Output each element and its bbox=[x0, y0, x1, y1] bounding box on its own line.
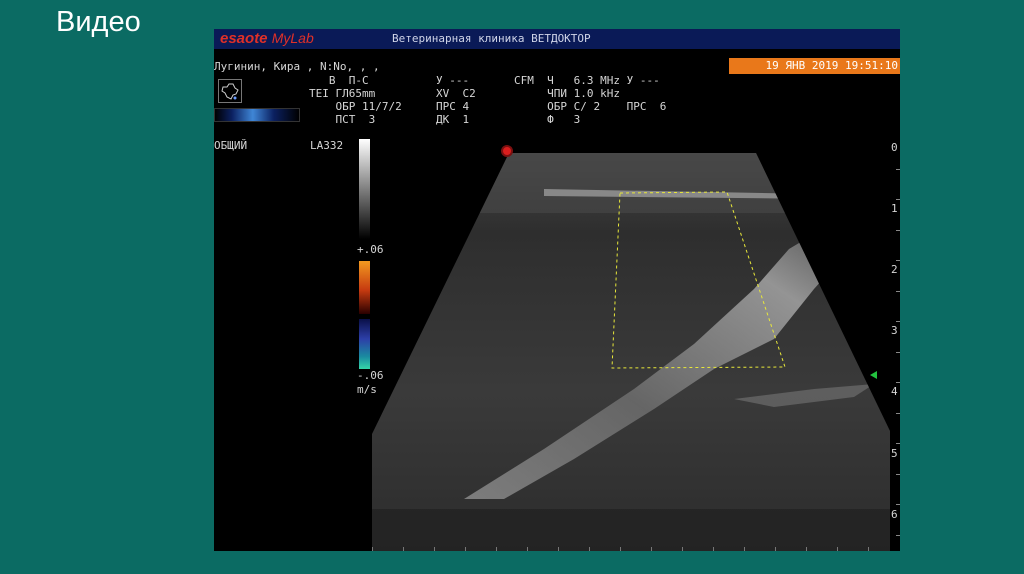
depth-tick bbox=[896, 413, 900, 414]
ultrasound-image bbox=[372, 153, 890, 551]
depth-label-6: 6 bbox=[891, 508, 898, 521]
depth-tick bbox=[896, 535, 900, 536]
lateral-tick bbox=[372, 547, 373, 551]
near-field bbox=[372, 153, 890, 213]
lateral-tick bbox=[403, 547, 404, 551]
lateral-tick bbox=[496, 547, 497, 551]
depth-label-4: 4 bbox=[891, 385, 898, 398]
lateral-tick bbox=[651, 547, 652, 551]
depth-label-2: 2 bbox=[891, 263, 898, 276]
depth-tick bbox=[896, 260, 900, 261]
focus-marker-icon bbox=[501, 145, 513, 157]
lateral-tick bbox=[465, 547, 466, 551]
depth-tick bbox=[896, 321, 900, 322]
depth-tick bbox=[896, 199, 900, 200]
lateral-tick bbox=[806, 547, 807, 551]
depth-tick bbox=[896, 504, 900, 505]
depth-tick bbox=[896, 474, 900, 475]
depth-label-0: 0 bbox=[891, 141, 898, 154]
depth-label-1: 1 bbox=[891, 202, 898, 215]
lateral-tick bbox=[558, 547, 559, 551]
lateral-tick bbox=[620, 547, 621, 551]
lateral-tick bbox=[527, 547, 528, 551]
ultrasound-screen: esaote MyLab Ветеринарная клиника ВЕТДОК… bbox=[214, 29, 900, 551]
depth-tick bbox=[896, 352, 900, 353]
lateral-tick bbox=[744, 547, 745, 551]
lateral-tick bbox=[837, 547, 838, 551]
lateral-tick bbox=[775, 547, 776, 551]
depth-tick bbox=[896, 443, 900, 444]
depth-label-5: 5 bbox=[891, 447, 898, 460]
depth-label-3: 3 bbox=[891, 324, 898, 337]
lateral-tick bbox=[713, 547, 714, 551]
depth-tick bbox=[896, 382, 900, 383]
lateral-tick bbox=[434, 547, 435, 551]
lateral-tick bbox=[589, 547, 590, 551]
depth-tick bbox=[896, 230, 900, 231]
lateral-tick bbox=[868, 547, 869, 551]
lateral-tick bbox=[682, 547, 683, 551]
depth-tick bbox=[896, 169, 900, 170]
depth-tick bbox=[896, 291, 900, 292]
focus-level-marker-icon[interactable] bbox=[870, 371, 877, 379]
far-field bbox=[372, 509, 890, 551]
slide-title: Видео bbox=[56, 6, 141, 38]
